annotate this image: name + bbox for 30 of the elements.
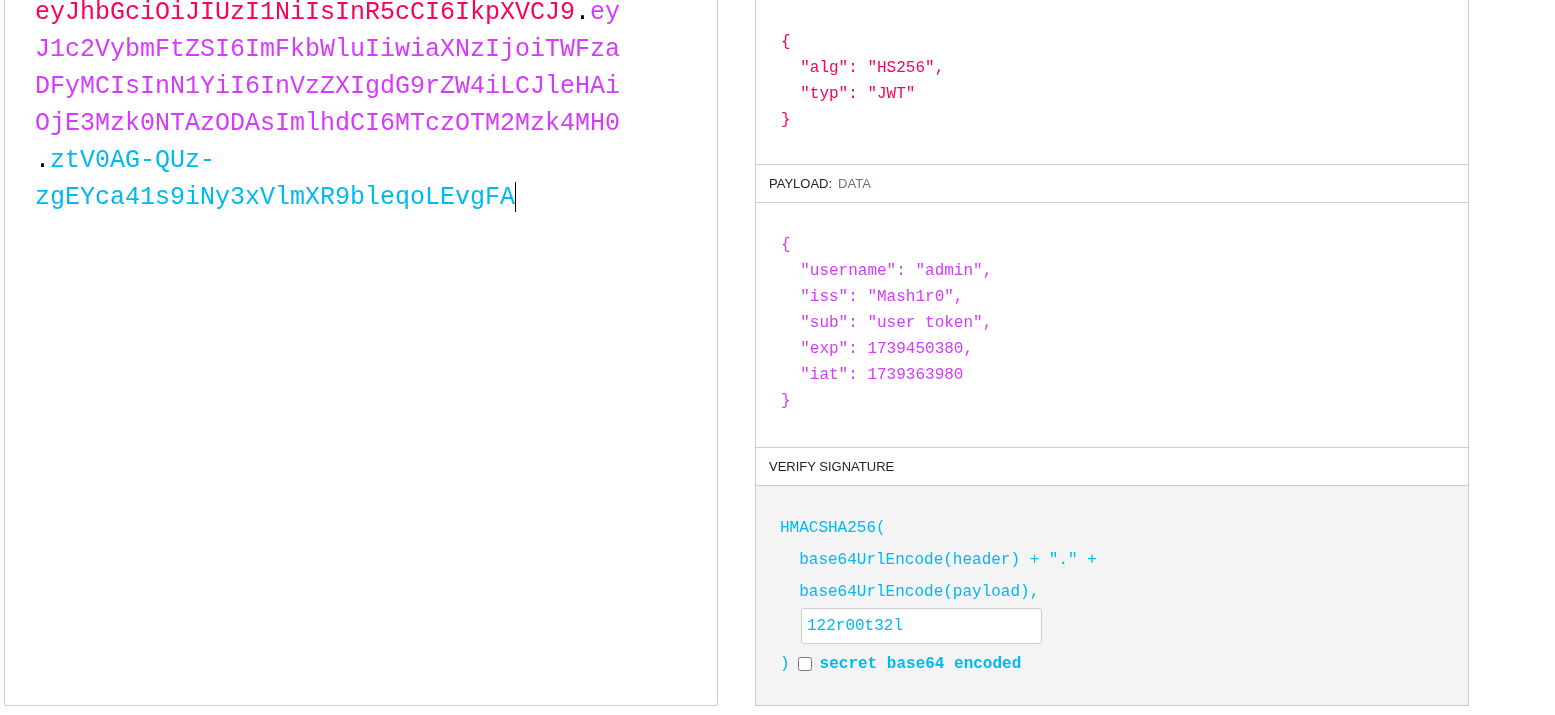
code-line: base64UrlEncode(header) + "." + — [798, 550, 1098, 571]
code-line: "alg": "HS256", — [799, 58, 946, 79]
code-line: "iss": "Mash1r0", — [799, 287, 965, 308]
code-line: } — [781, 110, 792, 131]
token-payload-text: ey — [590, 0, 621, 27]
token-payload-text: J1c2VybmFtZSI6ImFkbWluIiwiaXNzIjoiTWFza — [35, 35, 621, 64]
code-line: "iat": 1739363980 — [799, 365, 965, 386]
token-signature-text: zgEYca41s9iNy3xVlmXR9bleqoLEvgFA — [35, 183, 516, 212]
token-header-text: eyJhbGciOiJIUzI1NiIsInR5cCI6IkpXVCJ9 — [35, 0, 576, 27]
code-line: } — [781, 391, 792, 412]
code-line: ) — [780, 654, 790, 675]
code-line: "typ": "JWT" — [799, 84, 917, 105]
token-separator: . — [35, 146, 50, 175]
section-subtitle: DATA — [838, 174, 871, 193]
token-separator: . — [575, 0, 591, 27]
secret-field[interactable]: 122r00t32l — [801, 608, 1042, 644]
code-line: base64UrlEncode(payload), — [798, 582, 1041, 603]
token-payload-text: OjE3Mzk0NTAzODAsImlhdCI6MTczOTM2Mzk4MH0 — [35, 109, 621, 138]
checkbox[interactable] — [797, 657, 812, 671]
section-title: VERIFY SIGNATURE — [769, 457, 895, 476]
code-line: { — [781, 32, 792, 53]
code-line: HMACSHA256( — [780, 518, 887, 539]
code-line: "exp": 1739450380, — [799, 339, 975, 360]
section-title: PAYLOAD: — [769, 174, 833, 193]
token-payload-text: DFyMCIsInN1YiI6InVzZXIgdG9rZW4iLCJleHAi — [35, 72, 621, 101]
checkbox-label: secret base64 encoded — [819, 654, 1022, 675]
code-line: "username": "admin", — [799, 261, 994, 282]
code-line: { — [781, 235, 792, 256]
code-line: "sub": "user token", — [799, 313, 994, 334]
token-signature-text: ztV0AG-QUz- — [50, 146, 216, 175]
